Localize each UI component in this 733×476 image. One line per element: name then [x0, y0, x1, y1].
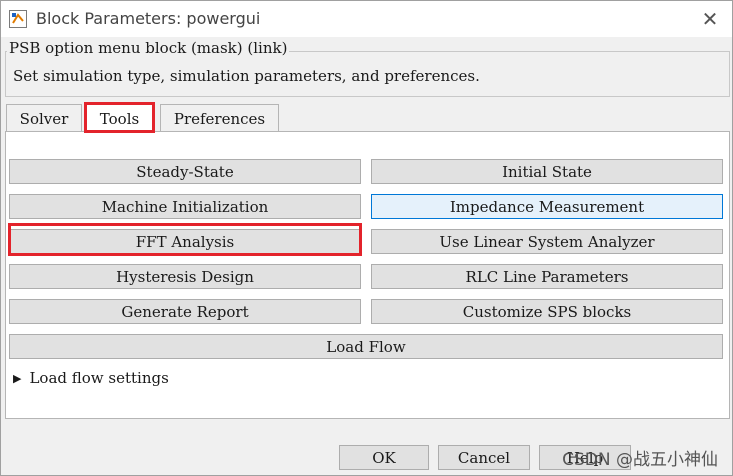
initial-state-button[interactable]: Initial State [371, 159, 723, 184]
ok-button[interactable]: OK [339, 445, 429, 470]
tab-preferences[interactable]: Preferences [160, 104, 279, 132]
tab-solver[interactable]: Solver [6, 104, 82, 132]
hysteresis-design-button[interactable]: Hysteresis Design [9, 264, 361, 289]
fft-analysis-button[interactable]: FFT Analysis [9, 229, 361, 254]
mask-description: Set simulation type, simulation paramete… [13, 67, 480, 85]
customize-sps-blocks-button[interactable]: Customize SPS blocks [371, 299, 723, 324]
simulink-block-icon [9, 10, 27, 28]
machine-initialization-button[interactable]: Machine Initialization [9, 194, 361, 219]
generate-report-button[interactable]: Generate Report [9, 299, 361, 324]
window-title: Block Parameters: powergui [36, 9, 261, 28]
dialog-window: Block Parameters: powergui ✕ PSB option … [0, 0, 733, 476]
caret-right-icon: ▶ [13, 371, 22, 385]
rlc-line-parameters-button[interactable]: RLC Line Parameters [371, 264, 723, 289]
load-flow-settings-label: Load flow settings [29, 369, 169, 387]
title-bar: Block Parameters: powergui ✕ [1, 1, 732, 37]
load-flow-button[interactable]: Load Flow [9, 334, 723, 359]
cancel-button[interactable]: Cancel [438, 445, 530, 470]
steady-state-button[interactable]: Steady-State [9, 159, 361, 184]
linear-system-analyzer-button[interactable]: Use Linear System Analyzer [371, 229, 723, 254]
watermark: CSDN @战五小神仙 [562, 450, 718, 470]
load-flow-settings-expander[interactable]: ▶ Load flow settings [13, 369, 169, 387]
impedance-measurement-button[interactable]: Impedance Measurement [371, 194, 723, 219]
tab-tools[interactable]: Tools [86, 104, 153, 133]
mask-legend: PSB option menu block (mask) (link) [7, 39, 290, 57]
close-icon[interactable]: ✕ [696, 5, 724, 33]
